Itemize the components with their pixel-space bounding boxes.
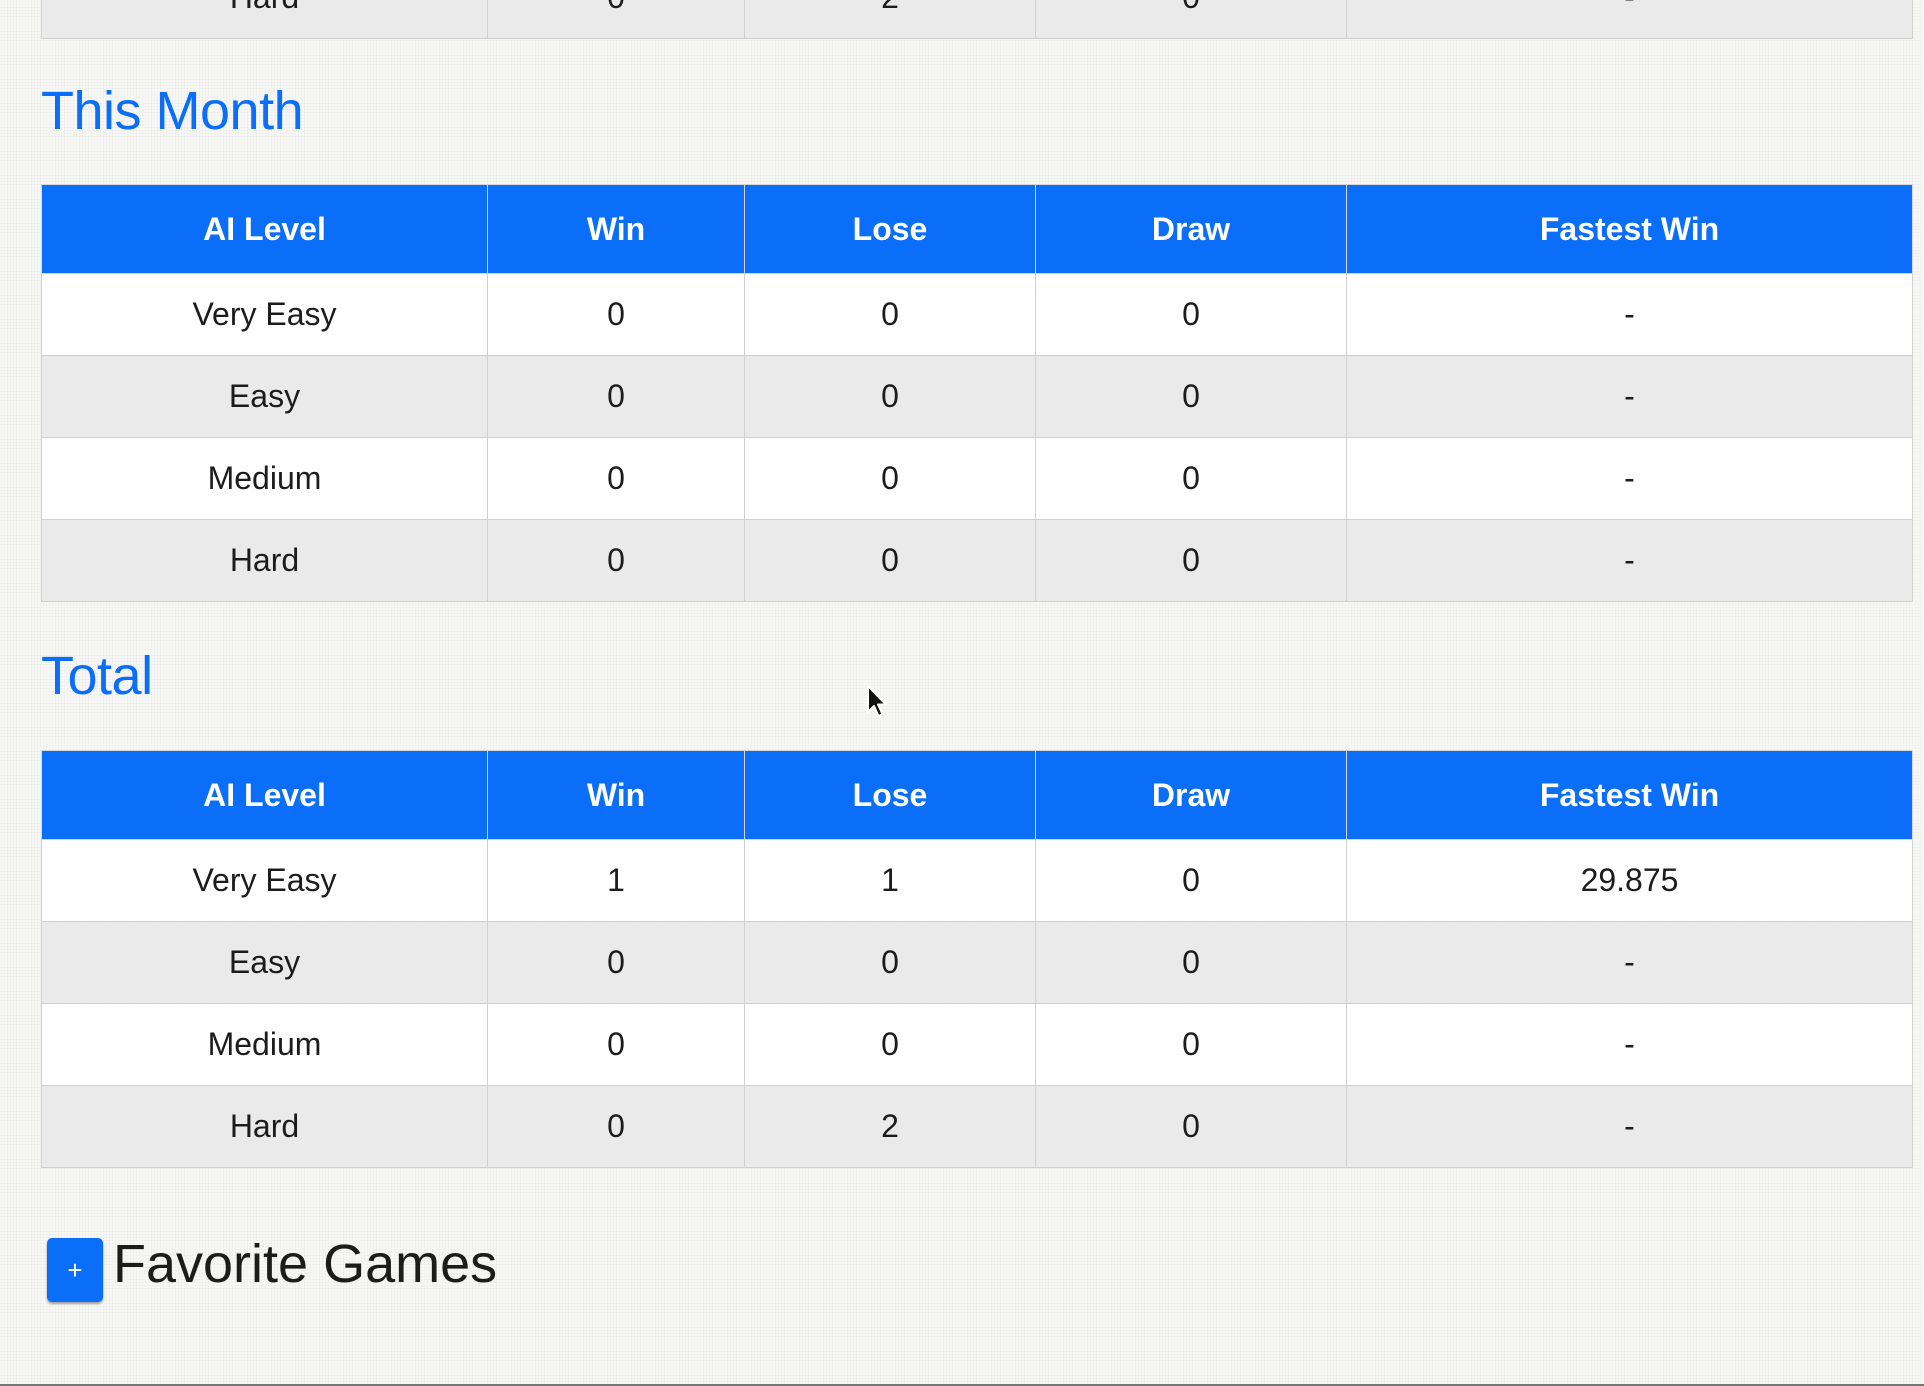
column-header-draw: Draw <box>1035 750 1347 840</box>
expand-favorites-button[interactable]: + <box>47 1238 103 1302</box>
fastest-win-cell: - <box>1346 0 1913 39</box>
table-row: Hard 0 2 0 - <box>41 0 1913 39</box>
table-row: Very Easy 1 1 0 29.875 <box>41 839 1913 922</box>
draw-cell: 0 <box>1035 519 1347 602</box>
ai-level-cell: Medium <box>41 437 488 520</box>
favorite-games-heading: Favorite Games <box>113 1234 498 1294</box>
table-header-row: AI Level Win Lose Draw Fastest Win <box>41 184 1913 274</box>
draw-cell: 0 <box>1035 839 1347 922</box>
total-table: AI Level Win Lose Draw Fastest Win Very … <box>41 750 1913 1168</box>
column-header-fastest-win: Fastest Win <box>1346 184 1913 274</box>
favorite-games-section: + Favorite Games <box>47 1232 497 1302</box>
fastest-win-cell: - <box>1346 355 1913 438</box>
fastest-win-cell: - <box>1346 519 1913 602</box>
table-row: Medium 0 0 0 - <box>41 1003 1913 1086</box>
column-header-ai-level: AI Level <box>41 750 488 840</box>
this-month-heading: This Month <box>41 81 304 141</box>
win-cell: 0 <box>487 437 745 520</box>
win-cell: 0 <box>487 273 745 356</box>
draw-cell: 0 <box>1035 273 1347 356</box>
column-header-fastest-win: Fastest Win <box>1346 750 1913 840</box>
total-heading: Total <box>41 646 153 706</box>
draw-cell: 0 <box>1035 1003 1347 1086</box>
draw-cell: 0 <box>1035 1085 1347 1168</box>
ai-level-cell: Easy <box>41 921 488 1004</box>
draw-cell: 0 <box>1035 355 1347 438</box>
win-cell: 0 <box>487 921 745 1004</box>
win-cell: 0 <box>487 1003 745 1086</box>
fastest-win-cell: - <box>1346 273 1913 356</box>
lose-cell: 0 <box>744 437 1036 520</box>
column-header-win: Win <box>487 184 745 274</box>
table-row: Very Easy 0 0 0 - <box>41 273 1913 356</box>
table-row: Hard 0 0 0 - <box>41 519 1913 602</box>
draw-cell: 0 <box>1035 0 1347 39</box>
this-month-table: AI Level Win Lose Draw Fastest Win Very … <box>41 184 1913 602</box>
column-header-lose: Lose <box>744 750 1036 840</box>
previous-stats-table: Hard 0 2 0 - <box>41 0 1913 39</box>
win-cell: 0 <box>487 0 745 39</box>
lose-cell: 0 <box>744 1003 1036 1086</box>
ai-level-cell: Hard <box>41 0 488 39</box>
table-row: Medium 0 0 0 - <box>41 437 1913 520</box>
ai-level-cell: Very Easy <box>41 839 488 922</box>
lose-cell: 0 <box>744 273 1036 356</box>
fastest-win-cell: - <box>1346 1085 1913 1168</box>
win-cell: 0 <box>487 1085 745 1168</box>
lose-cell: 1 <box>744 839 1036 922</box>
win-cell: 0 <box>487 519 745 602</box>
draw-cell: 0 <box>1035 921 1347 1004</box>
win-cell: 0 <box>487 355 745 438</box>
ai-level-cell: Medium <box>41 1003 488 1086</box>
lose-cell: 0 <box>744 519 1036 602</box>
stats-page: Hard 0 2 0 - This Month AI Level Win Los… <box>0 0 1924 1386</box>
table-row: Hard 0 2 0 - <box>41 1085 1913 1168</box>
ai-level-cell: Hard <box>41 1085 488 1168</box>
lose-cell: 2 <box>744 1085 1036 1168</box>
column-header-draw: Draw <box>1035 184 1347 274</box>
draw-cell: 0 <box>1035 437 1347 520</box>
lose-cell: 2 <box>744 0 1036 39</box>
win-cell: 1 <box>487 839 745 922</box>
column-header-win: Win <box>487 750 745 840</box>
lose-cell: 0 <box>744 355 1036 438</box>
fastest-win-cell: - <box>1346 921 1913 1004</box>
fastest-win-cell: - <box>1346 437 1913 520</box>
table-row: Easy 0 0 0 - <box>41 355 1913 438</box>
fastest-win-cell: - <box>1346 1003 1913 1086</box>
fastest-win-cell: 29.875 <box>1346 839 1913 922</box>
ai-level-cell: Very Easy <box>41 273 488 356</box>
table-header-row: AI Level Win Lose Draw Fastest Win <box>41 750 1913 840</box>
ai-level-cell: Easy <box>41 355 488 438</box>
lose-cell: 0 <box>744 921 1036 1004</box>
table-row: Easy 0 0 0 - <box>41 921 1913 1004</box>
column-header-lose: Lose <box>744 184 1036 274</box>
mouse-pointer-icon <box>867 685 887 717</box>
ai-level-cell: Hard <box>41 519 488 602</box>
column-header-ai-level: AI Level <box>41 184 488 274</box>
